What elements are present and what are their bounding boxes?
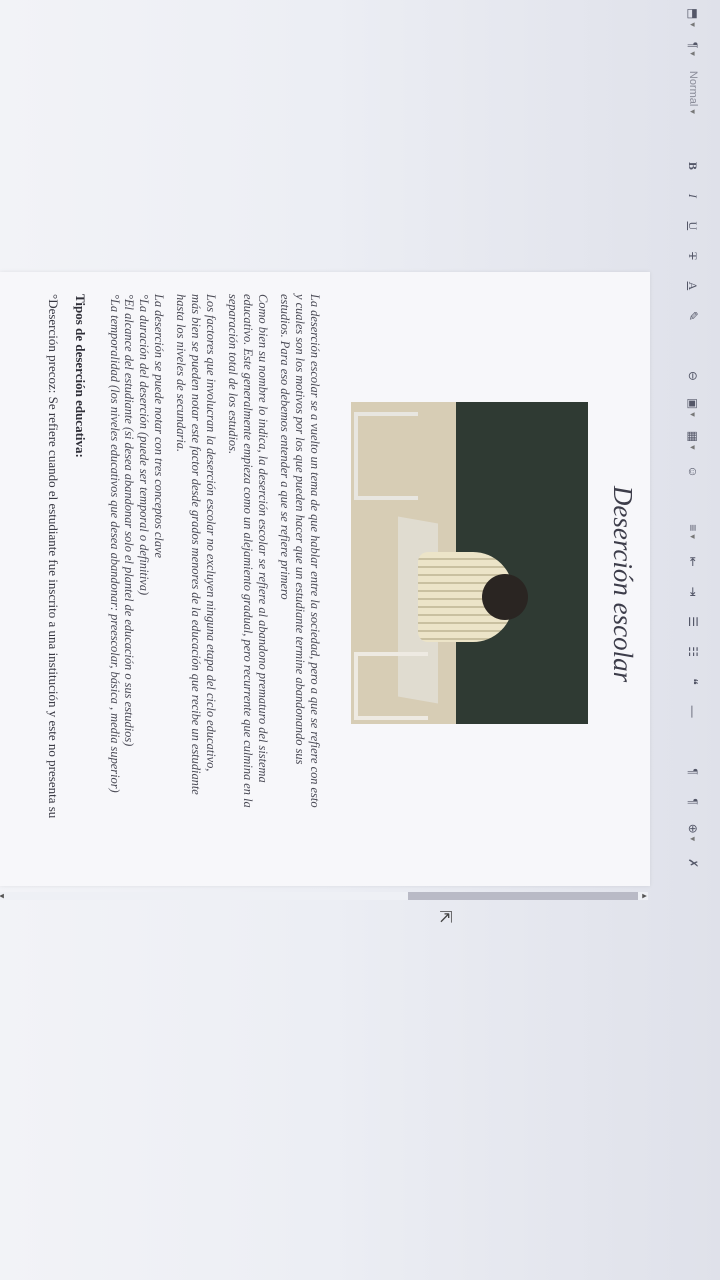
scroll-down-arrow[interactable]: ▼ [0, 892, 5, 900]
intro-paragraph[interactable]: La deserción escolar se a vuelto un tema… [278, 294, 322, 864]
bullet-list-icon[interactable]: ☰ [682, 612, 704, 632]
language-globe-icon[interactable]: ⊕ ▾ [682, 822, 704, 844]
underline-button[interactable]: U [682, 216, 704, 236]
paragraph-style-icon[interactable]: ¶ ▾ [682, 39, 704, 59]
factors-paragraph[interactable]: Los factores que involucran la deserción… [174, 294, 218, 864]
photo-chair [354, 652, 428, 720]
paragraph-line: estudios. Para eso debemos entender a qu… [278, 294, 293, 600]
paragraph-line: más bien se pueden notar este factor des… [189, 294, 204, 795]
highlight-icon[interactable]: ✎ [682, 306, 704, 326]
ltr-direction-icon[interactable]: ¶ [682, 762, 704, 782]
mouse-pointer-icon: ⇱ [436, 910, 455, 924]
paragraph-line: separación total de los estudios. [226, 294, 241, 455]
insert-image-icon[interactable]: ▣ ▾ [682, 396, 704, 419]
emoji-icon[interactable]: ☺ [682, 462, 704, 482]
paragraph-line: La deserción escolar se a vuelto un tema… [308, 294, 322, 808]
editor-window: ⬒ ▾ ¶ ▾ Normal ▾ B I U T A ✎ ⊖ ▣ ▾ ▦ ▾ ☺ ≡ ▾ ⇤… [0, 0, 720, 1280]
definition-paragraph[interactable]: Como bien su nombre lo indica, la deserc… [226, 294, 270, 864]
concepts-paragraph[interactable]: La deserción se puede notar con tres con… [107, 294, 166, 864]
paragraph-line: Los factores que involucran la deserción… [204, 294, 218, 772]
numbered-list-icon[interactable]: ☷ [682, 642, 704, 662]
italic-button[interactable]: I [682, 186, 704, 206]
photo-chair [354, 412, 418, 500]
paragraph-line: Como bien su nombre lo indica, la deserc… [256, 294, 270, 783]
align-icon[interactable]: ≡ ▾ [682, 522, 704, 542]
text-style-icon[interactable]: ⬒ ▾ [682, 6, 704, 29]
paragraph-line: °El alcance del estudiante (si desea aba… [122, 294, 137, 747]
font-color-button[interactable]: A [682, 276, 704, 296]
insert-table-icon[interactable]: ▦ ▾ [682, 429, 704, 452]
paragraph-line: educativo. Este generalmente empieza com… [241, 294, 256, 808]
photo-student-head [482, 574, 528, 620]
style-dropdown[interactable]: Normal ▾ [682, 69, 704, 116]
vertical-scrollbar[interactable]: ▲ ▼ [0, 892, 648, 900]
document-area: Deserción escolar La deserción escolar s… [0, 272, 656, 912]
scrollbar-thumb[interactable] [408, 892, 638, 900]
bold-button[interactable]: B [682, 156, 704, 176]
toolbar-separator [682, 126, 704, 146]
types-heading[interactable]: Tipos de deserción educativa: [72, 294, 88, 458]
toolbar-separator [682, 492, 704, 512]
paragraph-line: y cuales son los motivos por los que pue… [293, 294, 308, 765]
document-title[interactable]: Deserción escolar [607, 294, 638, 874]
link-icon[interactable]: ⊖ [682, 366, 704, 386]
document-page[interactable]: Deserción escolar La deserción escolar s… [0, 272, 650, 886]
type-precoz-line[interactable]: °Deserción precoz: Se refiere cuando el … [45, 294, 61, 868]
scroll-up-arrow[interactable]: ▲ [641, 892, 648, 900]
indent-increase-icon[interactable]: ⇥ [682, 582, 704, 602]
toolbar-separator [682, 336, 704, 356]
toolbar-separator [682, 732, 704, 752]
horizontal-rule-icon[interactable]: — [682, 702, 704, 722]
student-classroom-photo[interactable] [351, 402, 588, 724]
paragraph-line: La deserción se puede notar con tres con… [152, 294, 166, 559]
quote-icon[interactable]: ❝ [682, 672, 704, 692]
strikethrough-button[interactable]: T [682, 246, 704, 266]
rtl-direction-icon[interactable]: ¶ [682, 792, 704, 812]
formatting-toolbar: ⬒ ▾ ¶ ▾ Normal ▾ B I U T A ✎ ⊖ ▣ ▾ ▦ ▾ ☺ ≡ ▾ ⇤… [666, 0, 720, 1280]
clear-format-icon[interactable]: ✗ [682, 853, 704, 873]
paragraph-line: hasta los niveles de secundaria. [174, 294, 189, 452]
indent-decrease-icon[interactable]: ⇤ [682, 552, 704, 572]
paragraph-line: °La duración del deserción (puede ser te… [137, 294, 152, 596]
paragraph-line: °La temporalidad (los niveles educativos… [107, 294, 122, 793]
